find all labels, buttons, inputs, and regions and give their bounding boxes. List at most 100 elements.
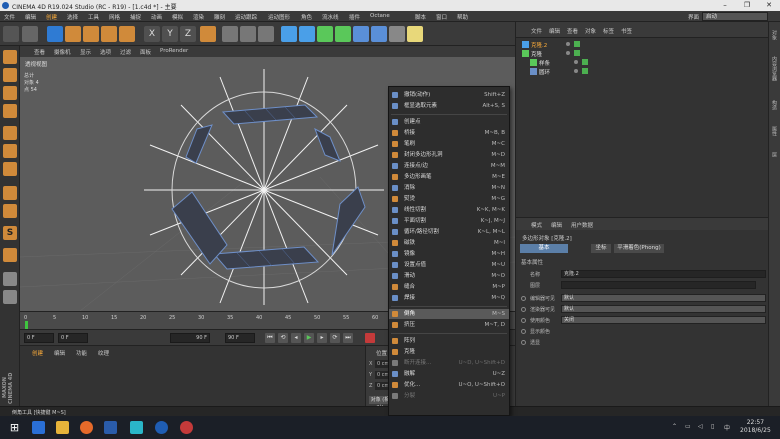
goto-end-icon[interactable]: ⏭ — [343, 333, 353, 343]
dock-tab[interactable]: 对象 — [771, 30, 778, 40]
file-explorer-icon[interactable] — [56, 421, 69, 434]
floor-icon[interactable] — [371, 26, 387, 42]
viewport-menu-item[interactable]: 过滤 — [120, 48, 131, 56]
workplane-grid-icon[interactable] — [3, 290, 17, 304]
attribute-radio[interactable] — [521, 307, 526, 312]
context-menu-item[interactable]: 撤销(动作) Shift+Z — [389, 90, 509, 100]
viewport-menu-item[interactable]: 选项 — [100, 48, 111, 56]
attribute-radio[interactable] — [521, 318, 526, 323]
viewport-menu-item[interactable]: 面板 — [140, 48, 151, 56]
tray-up-icon[interactable]: ⌃ — [672, 423, 677, 430]
menu-item[interactable]: 捕捉 — [130, 13, 141, 21]
context-menu-item[interactable]: 平面切割 K~J, M~J — [389, 216, 509, 226]
model-mode-icon[interactable] — [3, 68, 17, 82]
context-menu-item[interactable]: 克隆 — [389, 347, 509, 357]
context-menu-item[interactable]: 连接点/边 M~M — [389, 161, 509, 171]
tweak-mode-icon[interactable] — [3, 204, 17, 218]
menu-item[interactable]: 渲染 — [193, 13, 204, 21]
attribute-select[interactable]: 关闭 — [561, 316, 766, 324]
attribute-select[interactable]: 默认 — [561, 294, 766, 302]
attribute-menu-item[interactable]: 编辑 — [551, 221, 562, 229]
close-button[interactable]: ✕ — [758, 0, 780, 11]
object-menu-item[interactable]: 文件 — [531, 27, 542, 35]
context-menu-item[interactable]: 挤压 M~T, D — [389, 320, 509, 330]
workplane-mode-icon[interactable] — [3, 104, 17, 118]
menu-item[interactable]: 编辑 — [25, 13, 36, 21]
material-tab[interactable]: 创建 — [32, 349, 43, 357]
name-field[interactable]: 克隆.2 — [561, 270, 766, 278]
menu-item[interactable]: 运动图形 — [268, 13, 290, 21]
layout-select[interactable]: 启动 — [702, 12, 768, 21]
cinema4d-taskbar-icon[interactable] — [155, 421, 168, 434]
menu-item[interactable]: 选择 — [67, 13, 78, 21]
context-menu-item[interactable]: 创建点 — [389, 117, 509, 127]
taskbar-clock[interactable]: 22:57 2018/6/25 — [740, 419, 771, 435]
object-menu-item[interactable]: 标签 — [603, 27, 614, 35]
menu-item[interactable]: 模拟 — [172, 13, 183, 21]
enabled-check-icon[interactable] — [582, 59, 588, 65]
minimize-button[interactable]: – — [714, 0, 736, 11]
battery-icon[interactable]: ▯ — [711, 423, 714, 430]
viewport-menu-item[interactable]: 查看 — [34, 48, 45, 56]
menu-item[interactable]: Octane — [370, 13, 390, 19]
attribute-select[interactable]: 默认 — [561, 305, 766, 313]
context-menu-item[interactable]: 笔刷 M~C — [389, 139, 509, 149]
attribute-tab[interactable]: 基本 — [520, 244, 568, 253]
context-menu-item[interactable]: 线性切割 K~K, M~K — [389, 205, 509, 215]
context-menu-item[interactable]: 优化... U~O, U~Shift+O — [389, 380, 509, 390]
render-view-icon[interactable] — [222, 26, 238, 42]
menu-item[interactable]: 运动跟踪 — [235, 13, 257, 21]
object-menu-item[interactable]: 对象 — [585, 27, 596, 35]
layer-field[interactable] — [561, 281, 756, 289]
start-frame-field[interactable]: 0 F — [58, 333, 88, 343]
menu-item[interactable]: 雕刻 — [214, 13, 225, 21]
menu-item[interactable]: 工具 — [88, 13, 99, 21]
context-menu-item[interactable]: 缝合 M~P — [389, 282, 509, 292]
texture-mode-icon[interactable] — [3, 86, 17, 100]
menu-item[interactable]: 插件 — [349, 13, 360, 21]
y-axis-icon[interactable]: Y — [162, 26, 178, 42]
scale-tool-icon[interactable] — [83, 26, 99, 42]
object-row[interactable]: 样条 — [530, 59, 770, 67]
dock-tab[interactable]: 构造 — [771, 100, 778, 110]
dock-tab[interactable]: 属性 — [771, 126, 778, 136]
viewport-menu-item[interactable]: ProRender — [160, 48, 188, 54]
menu-item[interactable]: 角色 — [301, 13, 312, 21]
maximize-button[interactable]: ❐ — [736, 0, 758, 11]
render-picture-viewer-icon[interactable] — [240, 26, 256, 42]
enabled-check-icon[interactable] — [582, 68, 588, 74]
end-frame-field[interactable]: 90 F — [170, 333, 210, 343]
context-menu-item[interactable]: 框显选取元素 Alt+S, S — [389, 101, 509, 111]
object-menu-item[interactable]: 编辑 — [549, 27, 560, 35]
visibility-dot-icon[interactable] — [574, 69, 578, 73]
snap-icon[interactable]: S — [3, 226, 17, 240]
object-row[interactable]: 克隆 — [522, 50, 762, 58]
move-tool-icon[interactable] — [65, 26, 81, 42]
context-menu-item[interactable]: 消除 M~N — [389, 183, 509, 193]
context-menu-item[interactable]: 阵列 — [389, 336, 509, 346]
points-mode-icon[interactable] — [3, 126, 17, 140]
make-editable-icon[interactable] — [3, 50, 17, 64]
menu-item[interactable]: 文件 — [4, 13, 15, 21]
viewport-menu-item[interactable]: 显示 — [80, 48, 91, 56]
viewport-menu-item[interactable]: 摄像机 — [54, 48, 71, 56]
menu-item[interactable]: 网格 — [109, 13, 120, 21]
z-axis-icon[interactable]: Z — [180, 26, 196, 42]
select-tool-icon[interactable] — [47, 26, 63, 42]
attribute-radio[interactable] — [521, 340, 526, 345]
attribute-radio[interactable] — [521, 329, 526, 334]
material-tab[interactable]: 功能 — [76, 349, 87, 357]
material-tab[interactable]: 纹理 — [98, 349, 109, 357]
volume-icon[interactable]: ◁ — [698, 423, 703, 430]
next-frame-icon[interactable]: ▸ — [317, 333, 327, 343]
x-axis-icon[interactable]: X — [144, 26, 160, 42]
render-settings-icon[interactable] — [258, 26, 274, 42]
prev-key-icon[interactable]: ⟲ — [278, 333, 288, 343]
object-menu-item[interactable]: 查看 — [567, 27, 578, 35]
menu-item[interactable]: 帮助 — [457, 13, 468, 21]
attribute-radio[interactable] — [521, 296, 526, 301]
deformer-icon[interactable] — [353, 26, 369, 42]
firefox-icon[interactable] — [80, 421, 93, 434]
context-menu-item[interactable]: 循环/路径切割 K~L, M~L — [389, 227, 509, 237]
edge-browser-icon[interactable] — [32, 421, 45, 434]
